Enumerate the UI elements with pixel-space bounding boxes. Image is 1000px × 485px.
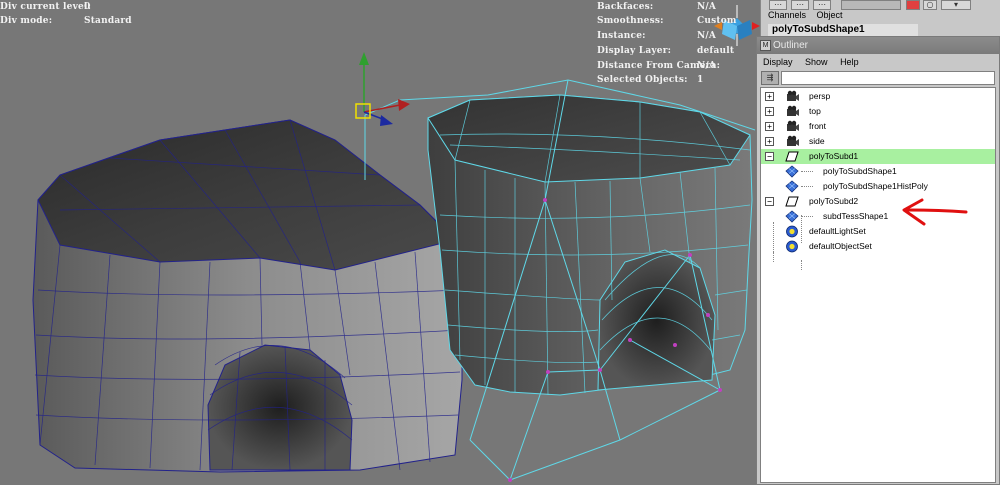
outliner-filter-input[interactable] xyxy=(781,71,995,85)
tree-connector xyxy=(801,186,813,187)
outliner-row-label: polyToSubd2 xyxy=(809,196,859,206)
outliner-title: Outliner xyxy=(773,40,809,51)
hud-label-smoothness: Smoothness: xyxy=(597,16,664,26)
menu-display[interactable]: Display xyxy=(763,57,793,67)
expand-toggle[interactable]: + xyxy=(765,137,774,146)
outliner-row-polytosubdshape1[interactable]: polyToSubdShape1 xyxy=(761,164,995,179)
hud-value-smoothness: Custom xyxy=(697,16,737,26)
hud-value-instance: N/A xyxy=(697,31,717,41)
outliner-row-label: polyToSubdShape1 xyxy=(823,166,897,176)
hud-value-backfaces: N/A xyxy=(697,2,717,12)
expand-toggle[interactable]: + xyxy=(765,122,774,131)
circle-icon[interactable]: ○ xyxy=(923,0,937,10)
menu-channels[interactable]: Channels xyxy=(768,10,806,20)
expand-toggle[interactable]: + xyxy=(765,92,774,101)
mesh-icon xyxy=(785,165,799,178)
hud-label-div-mode: Div mode: xyxy=(0,16,53,26)
dropdown-button[interactable]: ▾ xyxy=(941,0,971,10)
left-subd-mesh[interactable] xyxy=(32,119,463,473)
camera-icon xyxy=(787,105,799,116)
outliner-window: M Outliner Display Show Help ⇶ + persp +… xyxy=(756,36,1000,485)
toolbar-button-1[interactable]: ⋯ xyxy=(769,0,787,10)
outliner-row-label: defaultLightSet xyxy=(809,226,866,236)
set-icon xyxy=(786,240,798,253)
collapse-toggle[interactable]: − xyxy=(765,197,774,206)
outliner-row-polytosubdshape1histpoly[interactable]: polyToSubdShape1HistPoly xyxy=(761,179,995,194)
channel-box-title: polyToSubdShape1 xyxy=(768,24,918,36)
outliner-row-front[interactable]: + front xyxy=(761,119,995,134)
hud-label-div-current-level: Div current level: xyxy=(0,2,92,12)
menu-show[interactable]: Show xyxy=(805,57,828,67)
menu-object[interactable]: Object xyxy=(817,10,843,20)
hud-label-backfaces: Backfaces: xyxy=(597,2,654,12)
toolbar-button-2[interactable]: ⋯ xyxy=(791,0,809,10)
outliner-tree: + persp + top + front + side − polyToSub… xyxy=(760,87,996,483)
transform-icon xyxy=(785,196,799,207)
expand-toggle[interactable]: + xyxy=(765,107,774,116)
window-icon[interactable]: M xyxy=(760,40,771,51)
outliner-row-polytosubd1[interactable]: − polyToSubd1 xyxy=(761,149,995,164)
hud-label-instance: Instance: xyxy=(597,31,646,41)
menu-help[interactable]: Help xyxy=(840,57,859,67)
outliner-row-side[interactable]: + side xyxy=(761,134,995,149)
hud-value-display-layer: default xyxy=(697,46,735,56)
move-manipulator[interactable] xyxy=(355,52,410,126)
camera-icon xyxy=(787,135,799,146)
mesh-icon xyxy=(785,180,799,193)
outliner-row-label: polyToSubd1 xyxy=(809,151,859,161)
annotation-arrow-icon xyxy=(902,198,968,226)
record-icon[interactable] xyxy=(906,0,920,10)
outliner-row-persp[interactable]: + persp xyxy=(761,89,995,104)
outliner-row-top[interactable]: + top xyxy=(761,104,995,119)
filter-arrows-icon[interactable]: ⇶ xyxy=(761,71,779,85)
outliner-titlebar[interactable]: M Outliner xyxy=(757,37,999,54)
camera-icon xyxy=(787,120,799,131)
hud-value-div-current-level: 0 xyxy=(84,2,91,12)
mesh-icon xyxy=(785,210,799,223)
outliner-row-label: persp xyxy=(809,91,831,101)
outliner-row-label: subdTessShape1 xyxy=(823,211,889,221)
hud-value-selected-objects: 1 xyxy=(697,75,704,85)
outliner-row-label: defaultObjectSet xyxy=(809,241,872,251)
hud-value-distance-from-camera: N/A xyxy=(697,61,717,71)
tree-connector xyxy=(801,260,802,270)
outliner-row-defaultobjectset[interactable]: defaultObjectSet xyxy=(761,239,995,254)
filter-row: ⇶ xyxy=(757,70,999,86)
hud-value-div-mode: Standard xyxy=(84,16,132,26)
set-icon xyxy=(786,225,798,238)
collapse-toggle[interactable]: − xyxy=(765,152,774,161)
hud-label-display-layer: Display Layer: xyxy=(597,46,672,56)
tree-connector xyxy=(801,171,813,172)
outliner-menubar: Display Show Help xyxy=(757,55,999,69)
outliner-row-label: front xyxy=(809,121,827,131)
camera-icon xyxy=(787,90,799,101)
outliner-row-label: polyToSubdShape1HistPoly xyxy=(823,181,928,191)
transform-icon xyxy=(785,151,799,162)
outliner-row-label: side xyxy=(809,136,825,146)
toolbar-button-3[interactable]: ⋯ xyxy=(813,0,831,10)
outliner-row-label: top xyxy=(809,106,821,116)
toolbar-spacer xyxy=(841,0,901,10)
channel-box-menubar: Channels Object xyxy=(768,10,851,22)
tree-connector xyxy=(801,216,813,217)
hud-label-selected-objects: Selected Objects: xyxy=(597,75,688,85)
